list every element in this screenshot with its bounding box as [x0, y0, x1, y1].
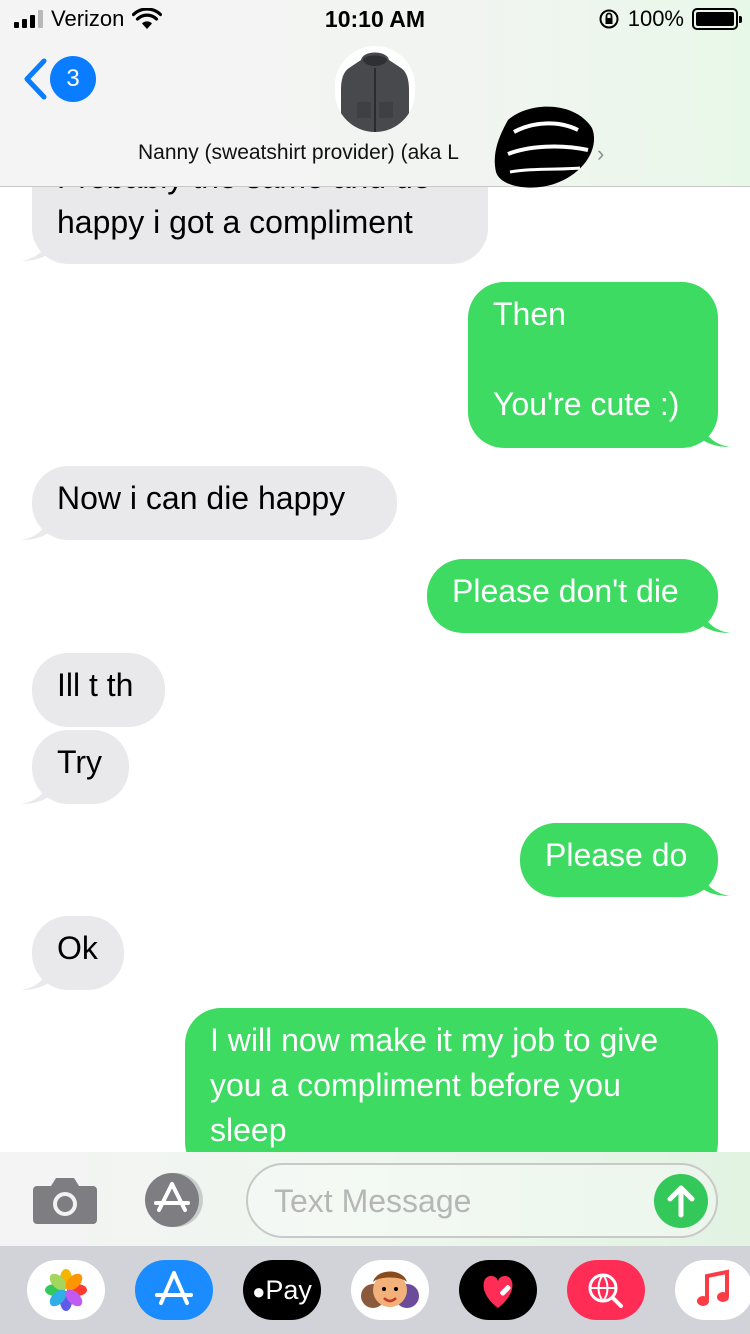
outgoing-message-bubble[interactable]: Please don't die	[427, 559, 718, 633]
back-button[interactable]: 3	[22, 56, 96, 102]
music-note-icon	[697, 1269, 729, 1306]
photos-app-icon[interactable]	[27, 1260, 105, 1320]
message-text-line: I will now make it my job to give	[210, 1022, 659, 1058]
message-text-line: Try	[57, 744, 103, 780]
message-text-line: happy i got a compliment	[57, 204, 413, 240]
status-right: 100%	[598, 6, 742, 32]
outgoing-message-bubble[interactable]: Please do	[520, 823, 718, 897]
imessage-app-drawer: ●Pay	[0, 1246, 750, 1334]
app-store-a-icon	[155, 1271, 193, 1305]
message-text-line: sleep	[210, 1112, 287, 1148]
message-text-line: Please do	[545, 837, 688, 873]
contact-avatar[interactable]	[335, 46, 415, 132]
memoji-faces-icon	[361, 1271, 419, 1308]
outgoing-message-bubble[interactable]: I will now make it my job to give you a …	[185, 1008, 718, 1152]
status-bar: Verizon 10:10 AM 100%	[0, 0, 750, 40]
apple-pay-label: Pay	[265, 1275, 312, 1305]
incoming-message-bubble[interactable]: Try	[32, 730, 129, 804]
incoming-message-bubble[interactable]: Probably the same and de happy i got a c…	[32, 187, 488, 264]
message-input[interactable]	[274, 1179, 644, 1223]
incoming-message-bubble[interactable]: Ok	[32, 916, 124, 990]
outgoing-message-bubble[interactable]: Then You're cute :)	[468, 282, 718, 448]
app-store-app-icon[interactable]	[135, 1260, 213, 1320]
heart-icon	[483, 1276, 513, 1308]
camera-button[interactable]	[33, 1174, 97, 1224]
apple-pay-app-icon[interactable]: ●Pay	[243, 1260, 321, 1320]
message-text-line: Now i can die happy	[57, 480, 346, 516]
message-text-line: Then	[493, 296, 566, 332]
message-text-line: you a compliment before you	[210, 1067, 621, 1103]
apps-button[interactable]	[140, 1172, 210, 1228]
message-text-line: Ok	[57, 930, 98, 966]
apple-logo-icon: ●	[252, 1279, 266, 1304]
conversation-header: Verizon 10:10 AM 100% 3 Nanny (sweatshir…	[0, 0, 750, 188]
compose-bar	[0, 1152, 750, 1246]
battery-icon	[692, 8, 742, 30]
orientation-lock-icon	[599, 9, 619, 29]
message-text-line: Please don't die	[452, 573, 679, 609]
globe-search-icon	[588, 1273, 623, 1308]
message-input-field[interactable]	[246, 1163, 718, 1238]
photos-flower-icon	[45, 1269, 87, 1311]
contact-name[interactable]: Nanny (sweatshirt provider) (aka L	[138, 141, 459, 165]
digital-touch-app-icon[interactable]	[459, 1260, 537, 1320]
web-search-app-icon[interactable]	[567, 1260, 645, 1320]
message-list[interactable]: Probably the same and de happy i got a c…	[0, 187, 750, 1152]
incoming-message-bubble[interactable]: Now i can die happy	[32, 466, 397, 540]
redaction-scribble	[494, 106, 595, 188]
memoji-app-icon[interactable]	[351, 1260, 429, 1320]
chevron-left-icon	[24, 58, 47, 100]
send-button[interactable]	[654, 1174, 708, 1228]
message-text-line: Ill t th	[57, 667, 134, 703]
message-text-line: Probably the same and de	[57, 187, 463, 200]
music-app-icon[interactable]	[675, 1260, 750, 1320]
incoming-message-bubble[interactable]: Ill t th	[32, 653, 165, 727]
arrow-up-icon	[667, 1185, 695, 1218]
unread-count-badge: 3	[50, 56, 96, 102]
hoodie-icon	[335, 46, 415, 132]
message-text-line: You're cute :)	[493, 386, 680, 422]
battery-percent: 100%	[627, 6, 684, 31]
